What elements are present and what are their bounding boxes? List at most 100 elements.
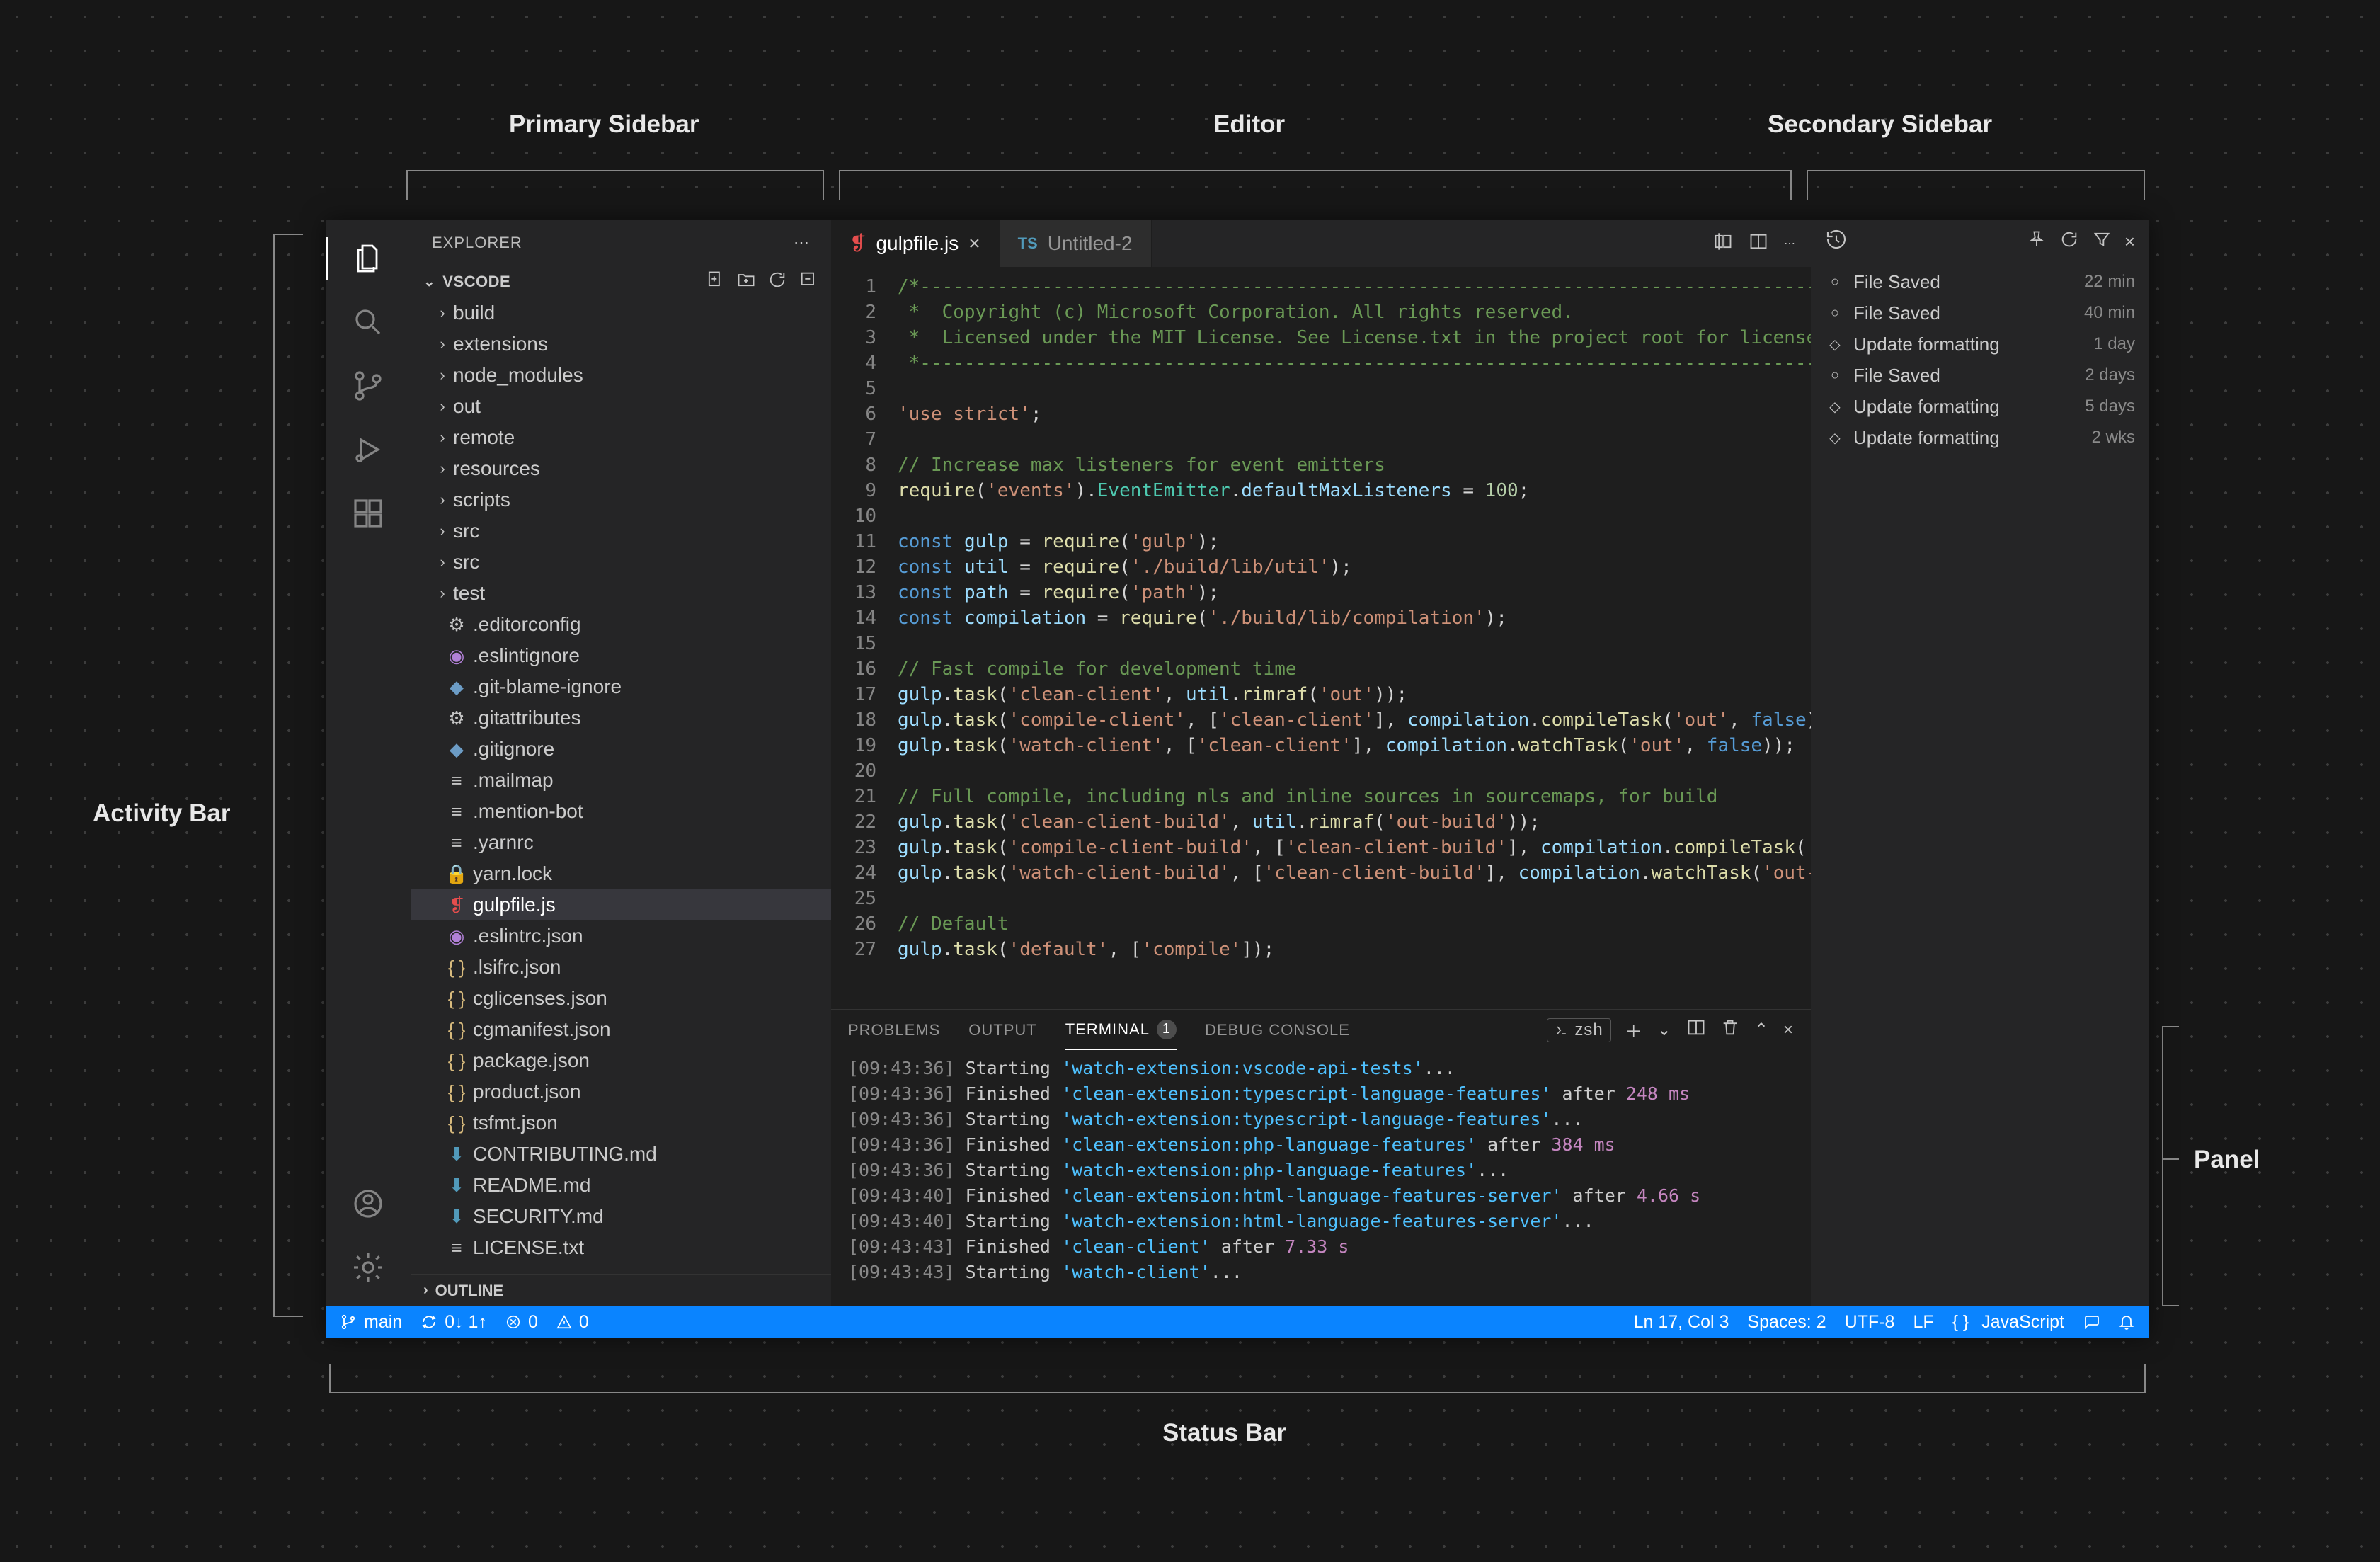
close-panel-icon[interactable]: ×	[1783, 1020, 1794, 1040]
tree-file[interactable]: { }tsfmt.json	[411, 1107, 831, 1139]
shell-selector[interactable]: zsh	[1547, 1018, 1610, 1042]
tree-file[interactable]: ≡.yarnrc	[411, 827, 831, 858]
maximize-panel-icon[interactable]: ⌃	[1754, 1020, 1769, 1040]
tree-folder[interactable]: ›extensions	[411, 329, 831, 360]
collapse-icon[interactable]	[799, 270, 818, 294]
status-encoding[interactable]: UTF-8	[1845, 1312, 1895, 1333]
timeline-item[interactable]: ○File Saved22 min	[1811, 266, 2149, 297]
tree-file[interactable]: { }cgmanifest.json	[411, 1014, 831, 1045]
timeline-item[interactable]: ◇Update formatting1 day	[1811, 329, 2149, 360]
timeline-item[interactable]: ◇Update formatting5 days	[1811, 391, 2149, 422]
tree-file[interactable]: ◉.eslintignore	[411, 640, 831, 671]
terminal-body[interactable]: [09:43:36] Starting 'watch-extension:vsc…	[831, 1050, 1811, 1306]
status-spaces[interactable]: Spaces: 2	[1747, 1312, 1826, 1333]
activity-settings[interactable]	[343, 1243, 393, 1292]
filter-icon[interactable]	[2092, 229, 2112, 254]
label-status-bar: Status Bar	[1162, 1419, 1286, 1447]
activity-explorer[interactable]	[343, 234, 393, 283]
activity-scm[interactable]	[343, 361, 393, 411]
status-eol[interactable]: LF	[1913, 1312, 1933, 1333]
code-editor[interactable]: 1234567891011121314151617181920212223242…	[831, 267, 1811, 1009]
tree-folder[interactable]: ›remote	[411, 422, 831, 453]
status-cursor[interactable]: Ln 17, Col 3	[1634, 1312, 1729, 1333]
close-icon[interactable]: ×	[968, 232, 980, 255]
activity-extensions[interactable]	[343, 489, 393, 538]
status-feedback[interactable]	[2083, 1313, 2100, 1330]
status-sync[interactable]: 0↓ 1↑	[420, 1312, 487, 1333]
activity-search[interactable]	[343, 297, 393, 347]
tree-folder[interactable]: ›scripts	[411, 484, 831, 515]
tree-folder[interactable]: ›node_modules	[411, 360, 831, 391]
warning-icon	[556, 1314, 572, 1330]
code-content[interactable]: /*--------------------------------------…	[888, 267, 1811, 1009]
tree-folder[interactable]: ›resources	[411, 453, 831, 484]
tree-file[interactable]: { }product.json	[411, 1076, 831, 1107]
split-terminal-icon[interactable]	[1686, 1017, 1706, 1042]
outline-label: OUTLINE	[435, 1282, 504, 1300]
pin-icon[interactable]	[2027, 229, 2047, 254]
terminal-dropdown-icon[interactable]: ⌄	[1657, 1020, 1672, 1040]
tree-file[interactable]: ≡.mailmap	[411, 765, 831, 796]
panel-tab-problems[interactable]: PROBLEMS	[848, 1010, 940, 1050]
add-terminal-icon[interactable]: ＋	[1625, 1017, 1643, 1042]
project-section[interactable]: ⌄ VSCODE	[411, 266, 831, 297]
tree-folder[interactable]: ›build	[411, 297, 831, 329]
timeline-item[interactable]: ○File Saved2 days	[1811, 360, 2149, 391]
tree-folder[interactable]: ›out	[411, 391, 831, 422]
tree-file[interactable]: ◉.eslintrc.json	[411, 920, 831, 952]
outline-section[interactable]: › OUTLINE	[411, 1274, 831, 1306]
tab-gulpfile[interactable]: ❡ gulpfile.js ×	[831, 220, 1000, 267]
timeline-time: 2 wks	[2092, 428, 2135, 447]
tree-file[interactable]: ◆.gitignore	[411, 734, 831, 765]
editor-tabs: ❡ gulpfile.js × TS Untitled-2 ⋯	[831, 220, 1811, 267]
tree-file[interactable]: 🔒yarn.lock	[411, 858, 831, 889]
activity-account[interactable]	[343, 1179, 393, 1228]
refresh-icon[interactable]	[767, 270, 787, 294]
status-branch[interactable]: main	[340, 1312, 402, 1333]
eye-icon: ◉	[446, 925, 467, 947]
tree-folder[interactable]: ›test	[411, 578, 831, 609]
folder-name: scripts	[453, 489, 510, 511]
diamond-icon: ◆	[446, 676, 467, 698]
terminal-line: [09:43:36] Starting 'watch-extension:php…	[848, 1158, 1794, 1183]
tab-untitled[interactable]: TS Untitled-2	[1000, 220, 1152, 267]
tree-file[interactable]: { }.lsifrc.json	[411, 952, 831, 983]
tree-folder[interactable]: ›src	[411, 547, 831, 578]
tree-file[interactable]: ≡LICENSE.txt	[411, 1232, 831, 1263]
new-file-icon[interactable]	[705, 270, 725, 294]
refresh-icon[interactable]	[2059, 229, 2079, 254]
tree-file[interactable]: ⚙.editorconfig	[411, 609, 831, 640]
split-icon[interactable]	[1749, 232, 1768, 255]
status-lang[interactable]: { }JavaScript	[1952, 1312, 2064, 1333]
panel-tab-debug[interactable]: DEBUG CONSOLE	[1205, 1010, 1350, 1050]
timeline-text: Update formatting	[1853, 427, 2000, 449]
more-icon[interactable]: ⋯	[1784, 236, 1795, 251]
debug-icon	[351, 433, 385, 467]
close-icon[interactable]: ×	[2124, 231, 2135, 253]
tree-file[interactable]: ◆.git-blame-ignore	[411, 671, 831, 702]
panel-tab-output[interactable]: OUTPUT	[968, 1010, 1036, 1050]
status-warnings[interactable]: 0	[556, 1312, 589, 1333]
history-icon[interactable]	[1825, 228, 1848, 256]
compare-icon[interactable]	[1713, 232, 1733, 255]
tree-file[interactable]: { }package.json	[411, 1045, 831, 1076]
timeline-item[interactable]: ○File Saved40 min	[1811, 297, 2149, 329]
tree-folder[interactable]: ›src	[411, 515, 831, 547]
activity-debug[interactable]	[343, 425, 393, 474]
panel-tab-terminal[interactable]: TERMINAL 1	[1065, 1010, 1177, 1050]
status-bell[interactable]	[2118, 1313, 2135, 1330]
tree-file[interactable]: ≡.mention-bot	[411, 796, 831, 827]
new-folder-icon[interactable]	[736, 270, 756, 294]
line-gutter: 1234567891011121314151617181920212223242…	[831, 267, 888, 1009]
tree-file[interactable]: ⚙.gitattributes	[411, 702, 831, 734]
tree-file[interactable]: ⬇README.md	[411, 1170, 831, 1201]
tree-file[interactable]: ❡gulpfile.js	[411, 889, 831, 920]
tree-file[interactable]: ⬇CONTRIBUTING.md	[411, 1139, 831, 1170]
explorer-more[interactable]: ⋯	[794, 234, 810, 252]
tree-file[interactable]: ⬇SECURITY.md	[411, 1201, 831, 1232]
files-icon	[351, 241, 385, 275]
tree-file[interactable]: { }cglicenses.json	[411, 983, 831, 1014]
status-errors[interactable]: 0	[505, 1312, 538, 1333]
trash-icon[interactable]	[1720, 1017, 1740, 1042]
timeline-item[interactable]: ◇Update formatting2 wks	[1811, 422, 2149, 453]
